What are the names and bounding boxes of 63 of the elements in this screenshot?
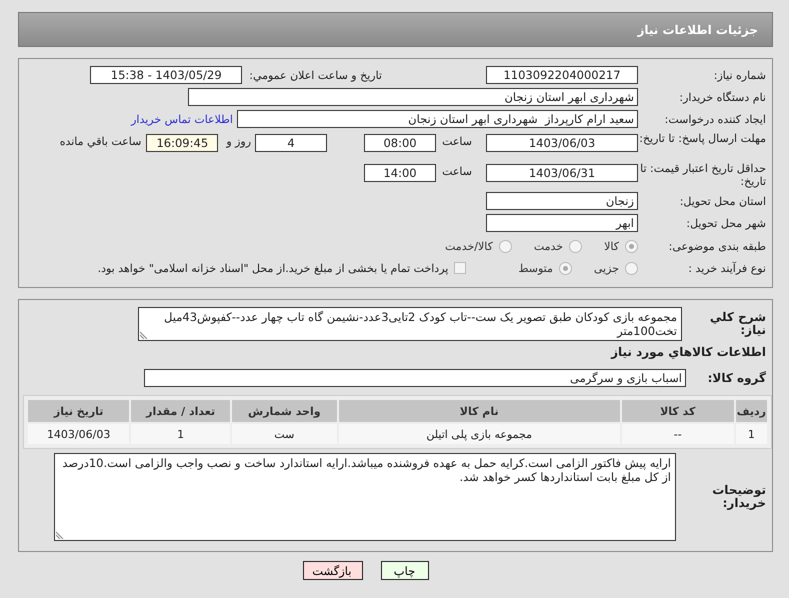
- text-field[interactable]: زنجان: [486, 192, 638, 210]
- remaining-label: ساعت باقي مانده: [60, 135, 142, 148]
- checkbox[interactable]: [454, 262, 466, 274]
- text-field[interactable]: 1103092204000217: [486, 66, 638, 84]
- table-cell: 1: [736, 424, 767, 444]
- table-cell: 1403/06/03: [28, 424, 130, 444]
- section-title: اطلاعات کالاهاي مورد نیاز: [610, 345, 767, 359]
- radio-button[interactable]: [625, 262, 638, 274]
- table-cell: --: [622, 424, 734, 444]
- field-label: تاریخ و ساعت اعلان عمومي:: [249, 68, 382, 82]
- text-field[interactable]: سعید ارام کارپرداز شهرداری ابهر استان زنجان: [237, 110, 638, 128]
- column-header: کد کالا: [622, 400, 734, 422]
- page-title: جزئیات اطلاعات نیاز: [637, 22, 758, 36]
- field-label: حداقل تاریخ اعتبار قیمت: تا تاریخ:: [639, 162, 767, 188]
- field-label: ایجاد کننده درخواست:: [664, 112, 767, 126]
- radio-option[interactable]: جزیی: [594, 262, 638, 274]
- days-label: روز و: [226, 135, 252, 148]
- resize-grip-icon[interactable]: [140, 331, 148, 339]
- contact-link[interactable]: اطلاعات تماس خریدار: [131, 112, 233, 126]
- field-label: نام دستگاه خریدار:: [678, 90, 767, 104]
- text-field[interactable]: 4: [255, 134, 328, 152]
- column-header: تعداد / مقدار: [131, 400, 230, 422]
- radio-button[interactable]: [558, 262, 572, 274]
- text-field[interactable]: 1403/05/29 - 15:38: [90, 66, 242, 84]
- table-cell: 1: [131, 424, 230, 444]
- field-label: مهلت ارسال پاسخ: تا تاریخ:: [638, 132, 767, 145]
- text-field[interactable]: 1403/06/03: [486, 134, 638, 152]
- field-label: شماره نیاز:: [712, 68, 767, 82]
- field-label: نوع فرآیند خرید :: [687, 262, 767, 274]
- text-field[interactable]: شهرداری ابهر استان زنجان: [188, 88, 638, 106]
- radio-button[interactable]: [498, 240, 512, 252]
- radio-button[interactable]: [569, 240, 582, 252]
- notes-textarea[interactable]: ارایه پیش فاکتور الزامی است.کرایه حمل به عهده فروشنده میباشد.ارایه استاندارد ساخت و نصب واجب والزامی است.10درصد از کل مبلغ بابت استانداردها کسر خواهد شد.: [54, 453, 676, 541]
- radio-button[interactable]: [625, 240, 638, 252]
- back-button[interactable]: بازگشت: [302, 561, 362, 580]
- text-field[interactable]: 16:09:45: [146, 134, 218, 152]
- field-label: استان محل تحویل:: [678, 194, 767, 208]
- radio-option[interactable]: خدمت: [534, 240, 582, 252]
- column-header: نام کالا: [338, 400, 620, 422]
- table-cell: مجموعه بازی پلی اتیلن: [338, 424, 620, 444]
- radio-option[interactable]: کالا: [604, 240, 638, 252]
- field-label: طبقه بندی موضوعی:: [668, 240, 767, 252]
- text-field[interactable]: 14:00: [364, 164, 436, 182]
- radio-option[interactable]: کالا/خدمت: [445, 240, 512, 252]
- print-button[interactable]: چاپ: [380, 561, 428, 580]
- field-label: شرح کلي نیاز:: [708, 311, 767, 337]
- column-header: تاریخ نیاز: [28, 400, 130, 422]
- text-field[interactable]: ابهر: [486, 214, 638, 232]
- text-field[interactable]: اسباب بازی و سرگرمی: [144, 369, 686, 387]
- time-label: ساعت: [442, 135, 472, 148]
- column-header: واحد شمارش: [232, 400, 337, 422]
- text-field[interactable]: 1403/06/31: [486, 164, 638, 182]
- table-cell: ست: [232, 424, 337, 444]
- field-label: توضیحات خریدار:: [711, 484, 767, 510]
- time-label: ساعت: [442, 165, 472, 178]
- resize-grip-icon[interactable]: [56, 531, 64, 539]
- checkbox-label: پرداخت تمام یا بخشی از مبلغ خرید.از محل "اسناد خزانه اسلامی" خواهد بود.: [98, 262, 448, 274]
- text-field[interactable]: 08:00: [364, 134, 436, 152]
- description-textarea[interactable]: مجموعه بازی کودکان طبق تصویر یک ست--تاب کودک 2تایی3عدد-نشیمن گاه تاب چهار عدد--کفپوش43میل تخت100متر: [138, 307, 682, 341]
- field-label: شهر محل تحویل:: [685, 216, 767, 230]
- radio-option[interactable]: متوسط: [518, 262, 572, 274]
- field-label: گروه کالا:: [706, 372, 767, 384]
- column-header: ردیف: [736, 400, 767, 422]
